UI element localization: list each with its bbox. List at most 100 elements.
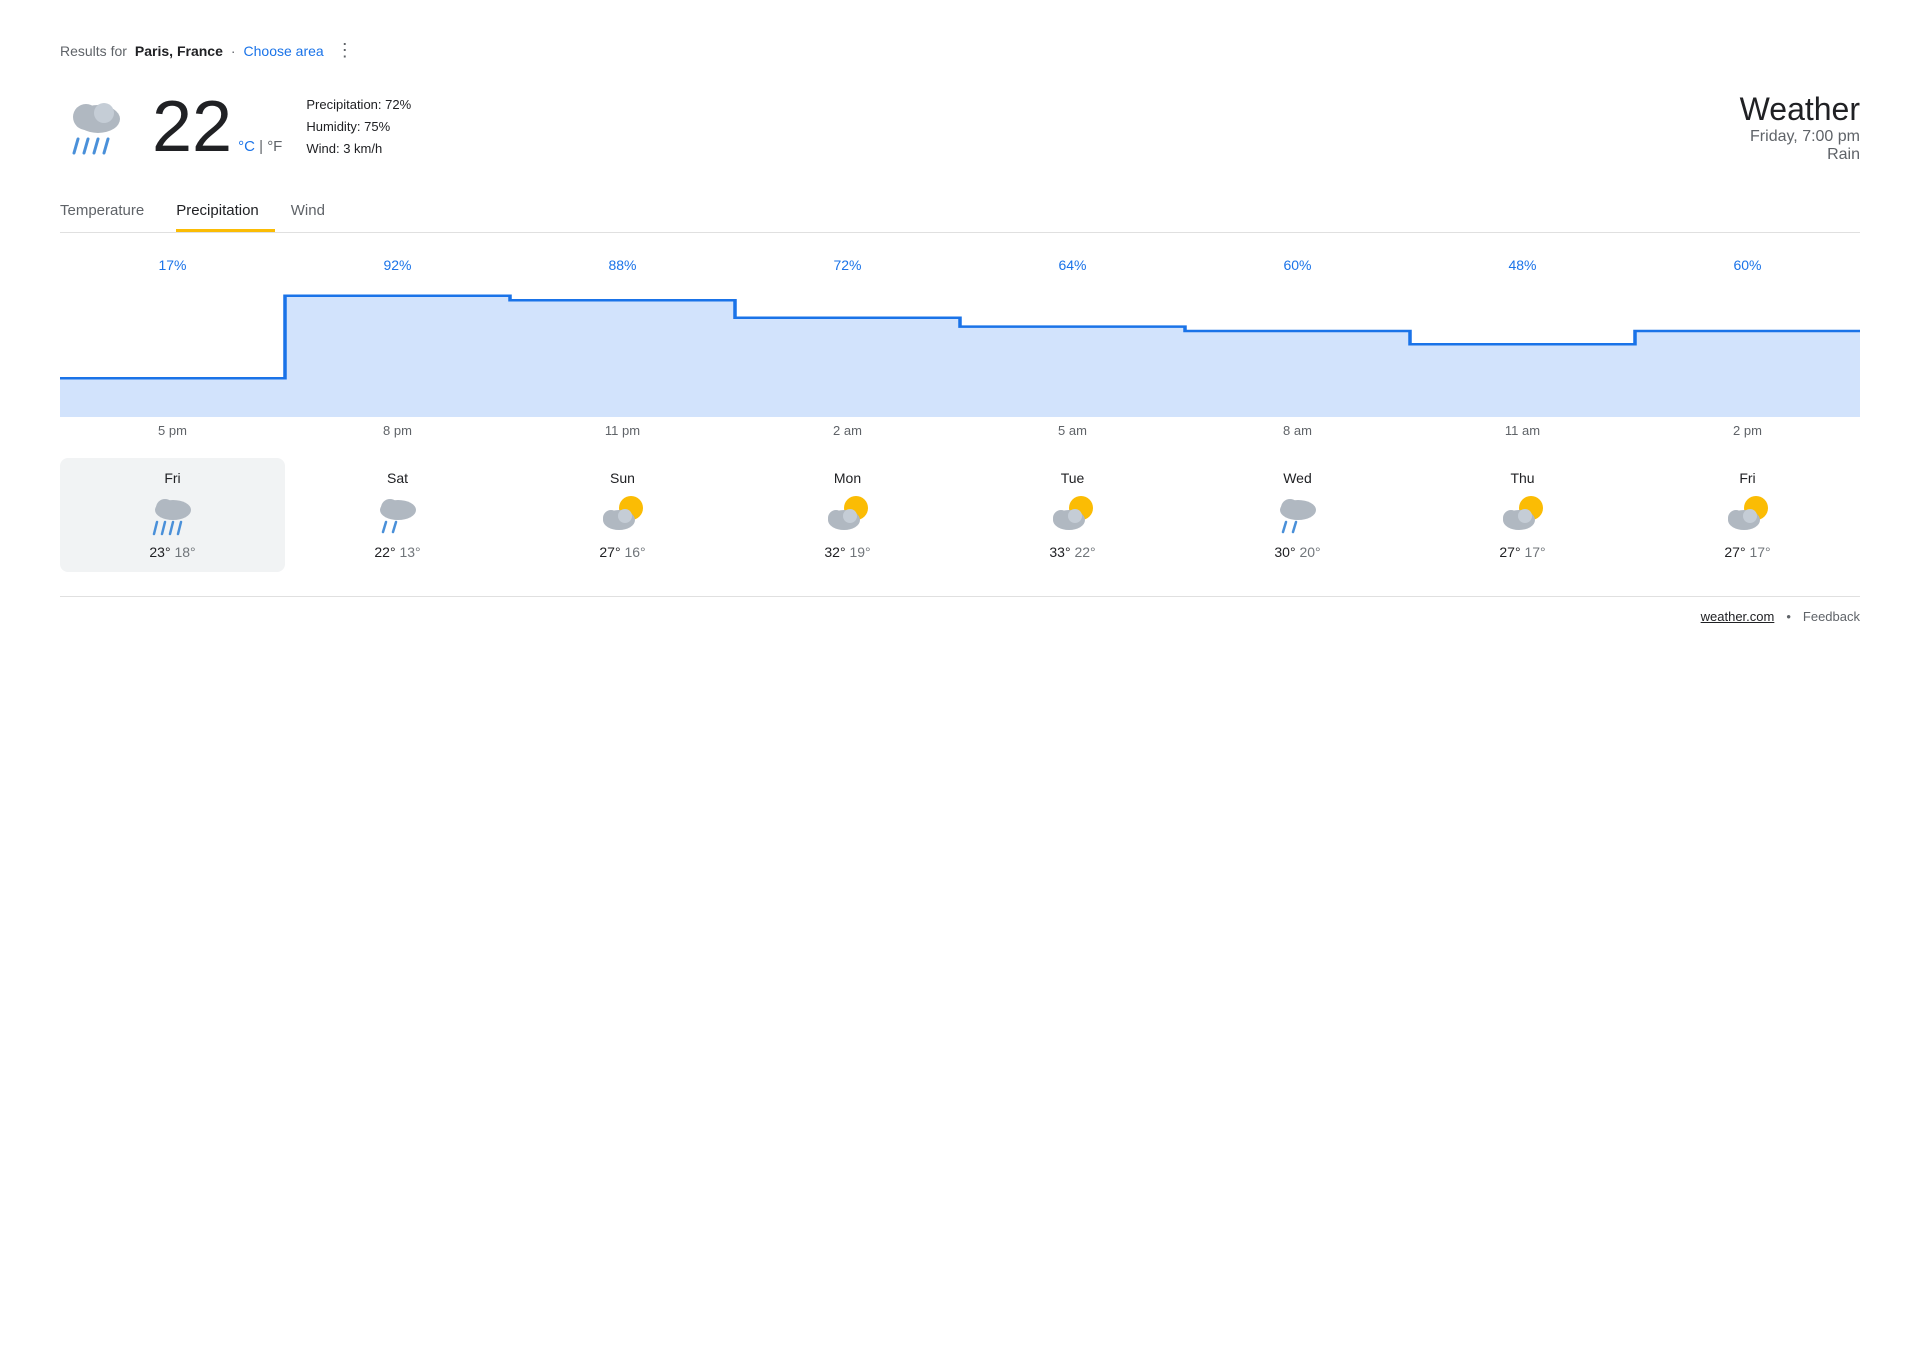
time-label-6: 11 am <box>1410 423 1635 438</box>
unit-block: °C | °F <box>238 138 282 155</box>
tab-precipitation[interactable]: Precipitation <box>176 192 275 232</box>
time-label-0: 5 pm <box>60 423 285 438</box>
time-label-7: 2 pm <box>1635 423 1860 438</box>
day-icon-1 <box>372 494 424 536</box>
day-icon-2 <box>597 494 649 536</box>
high-temp-0: 23° <box>149 544 170 560</box>
day-name-6: Thu <box>1510 470 1534 486</box>
day-name-7: Fri <box>1739 470 1755 486</box>
precipitation-detail: Precipitation: 72% <box>306 94 411 116</box>
day-temps-7: 27° 17° <box>1724 544 1770 560</box>
high-temp-6: 27° <box>1499 544 1520 560</box>
weather-date: Friday, 7:00 pm <box>1740 128 1860 146</box>
chart-svg <box>60 277 1860 417</box>
temperature-block: 22 °C | °F <box>152 91 282 163</box>
day-icon-3 <box>822 494 874 536</box>
low-temp-2: 16° <box>624 544 645 560</box>
high-temp-3: 32° <box>824 544 845 560</box>
humidity-detail: Humidity: 75% <box>306 116 411 138</box>
day-item-1[interactable]: Sat 22° 13° <box>285 458 510 572</box>
results-prefix: Results for <box>60 43 127 59</box>
day-item-0[interactable]: Fri 23° 18° <box>60 458 285 572</box>
time-label-3: 2 am <box>735 423 960 438</box>
results-header: Results for Paris, France · Choose area … <box>60 40 1860 61</box>
day-forecast: Fri 23° 18° Sat 22° 13° Sun 27° 16° Mon 32° 19°… <box>60 458 1860 572</box>
precipitation-chart: 17%92%88%72%64%60%48%60% 5 pm8 pm11 pm2 … <box>60 257 1860 438</box>
day-item-3[interactable]: Mon 32° 19° <box>735 458 960 572</box>
temperature-value: 22 <box>152 91 232 163</box>
choose-area-link[interactable]: Choose area <box>244 43 324 59</box>
high-temp-7: 27° <box>1724 544 1745 560</box>
low-temp-4: 22° <box>1074 544 1095 560</box>
chart-label-5: 60% <box>1185 257 1410 273</box>
chart-label-0: 17% <box>60 257 285 273</box>
footer: weather.com • Feedback <box>60 596 1860 624</box>
weather-tabs: Temperature Precipitation Wind <box>60 192 1860 233</box>
time-label-4: 5 am <box>960 423 1185 438</box>
day-temps-6: 27° 17° <box>1499 544 1545 560</box>
chart-label-4: 64% <box>960 257 1185 273</box>
rain-cloud-svg <box>60 91 132 163</box>
tab-wind[interactable]: Wind <box>291 192 341 232</box>
day-icon-6 <box>1497 494 1549 536</box>
weather-source-link[interactable]: weather.com <box>1701 609 1775 624</box>
weather-right: Weather Friday, 7:00 pm Rain <box>1740 91 1860 164</box>
chart-label-2: 88% <box>510 257 735 273</box>
day-icon-7 <box>1722 494 1774 536</box>
day-icon-5 <box>1272 494 1324 536</box>
chart-top-labels: 17%92%88%72%64%60%48%60% <box>60 257 1860 273</box>
day-name-5: Wed <box>1283 470 1312 486</box>
day-name-3: Mon <box>834 470 861 486</box>
time-label-1: 8 pm <box>285 423 510 438</box>
day-name-1: Sat <box>387 470 408 486</box>
more-options-icon[interactable]: ⋮ <box>336 40 354 61</box>
day-item-4[interactable]: Tue 33° 22° <box>960 458 1185 572</box>
day-item-7[interactable]: Fri 27° 17° <box>1635 458 1860 572</box>
day-temps-5: 30° 20° <box>1274 544 1320 560</box>
chart-label-7: 60% <box>1635 257 1860 273</box>
day-icon-0 <box>147 494 199 536</box>
weather-details: Precipitation: 72% Humidity: 75% Wind: 3… <box>306 94 411 160</box>
day-item-6[interactable]: Thu 27° 17° <box>1410 458 1635 572</box>
high-temp-2: 27° <box>599 544 620 560</box>
unit-celsius[interactable]: °C | °F <box>238 138 282 155</box>
day-name-4: Tue <box>1061 470 1085 486</box>
weather-title: Weather <box>1740 91 1860 128</box>
location: Paris, France <box>135 43 223 59</box>
time-label-2: 11 pm <box>510 423 735 438</box>
wind-detail: Wind: 3 km/h <box>306 138 411 160</box>
weather-card: 22 °C | °F Precipitation: 72% Humidity: … <box>60 91 1860 164</box>
day-temps-1: 22° 13° <box>374 544 420 560</box>
high-temp-1: 22° <box>374 544 395 560</box>
weather-icon <box>60 91 132 163</box>
time-labels: 5 pm8 pm11 pm2 am5 am8 am11 am2 pm <box>60 423 1860 438</box>
low-temp-6: 17° <box>1524 544 1545 560</box>
feedback-link[interactable]: Feedback <box>1803 609 1860 624</box>
high-temp-4: 33° <box>1049 544 1070 560</box>
low-temp-3: 19° <box>849 544 870 560</box>
footer-dot: • <box>1786 609 1791 624</box>
day-item-2[interactable]: Sun 27° 16° <box>510 458 735 572</box>
weather-condition: Rain <box>1740 146 1860 164</box>
chart-area <box>60 277 1860 417</box>
day-item-5[interactable]: Wed 30° 20° <box>1185 458 1410 572</box>
time-label-5: 8 am <box>1185 423 1410 438</box>
low-temp-5: 20° <box>1299 544 1320 560</box>
low-temp-0: 18° <box>174 544 195 560</box>
separator-dot: · <box>231 43 236 59</box>
chart-label-1: 92% <box>285 257 510 273</box>
chart-label-6: 48% <box>1410 257 1635 273</box>
weather-left: 22 °C | °F Precipitation: 72% Humidity: … <box>60 91 411 163</box>
tab-temperature[interactable]: Temperature <box>60 192 160 232</box>
day-temps-3: 32° 19° <box>824 544 870 560</box>
day-temps-4: 33° 22° <box>1049 544 1095 560</box>
chart-label-3: 72% <box>735 257 960 273</box>
day-name-0: Fri <box>164 470 180 486</box>
low-temp-7: 17° <box>1749 544 1770 560</box>
high-temp-5: 30° <box>1274 544 1295 560</box>
day-icon-4 <box>1047 494 1099 536</box>
day-name-2: Sun <box>610 470 635 486</box>
low-temp-1: 13° <box>399 544 420 560</box>
day-temps-2: 27° 16° <box>599 544 645 560</box>
day-temps-0: 23° 18° <box>149 544 195 560</box>
